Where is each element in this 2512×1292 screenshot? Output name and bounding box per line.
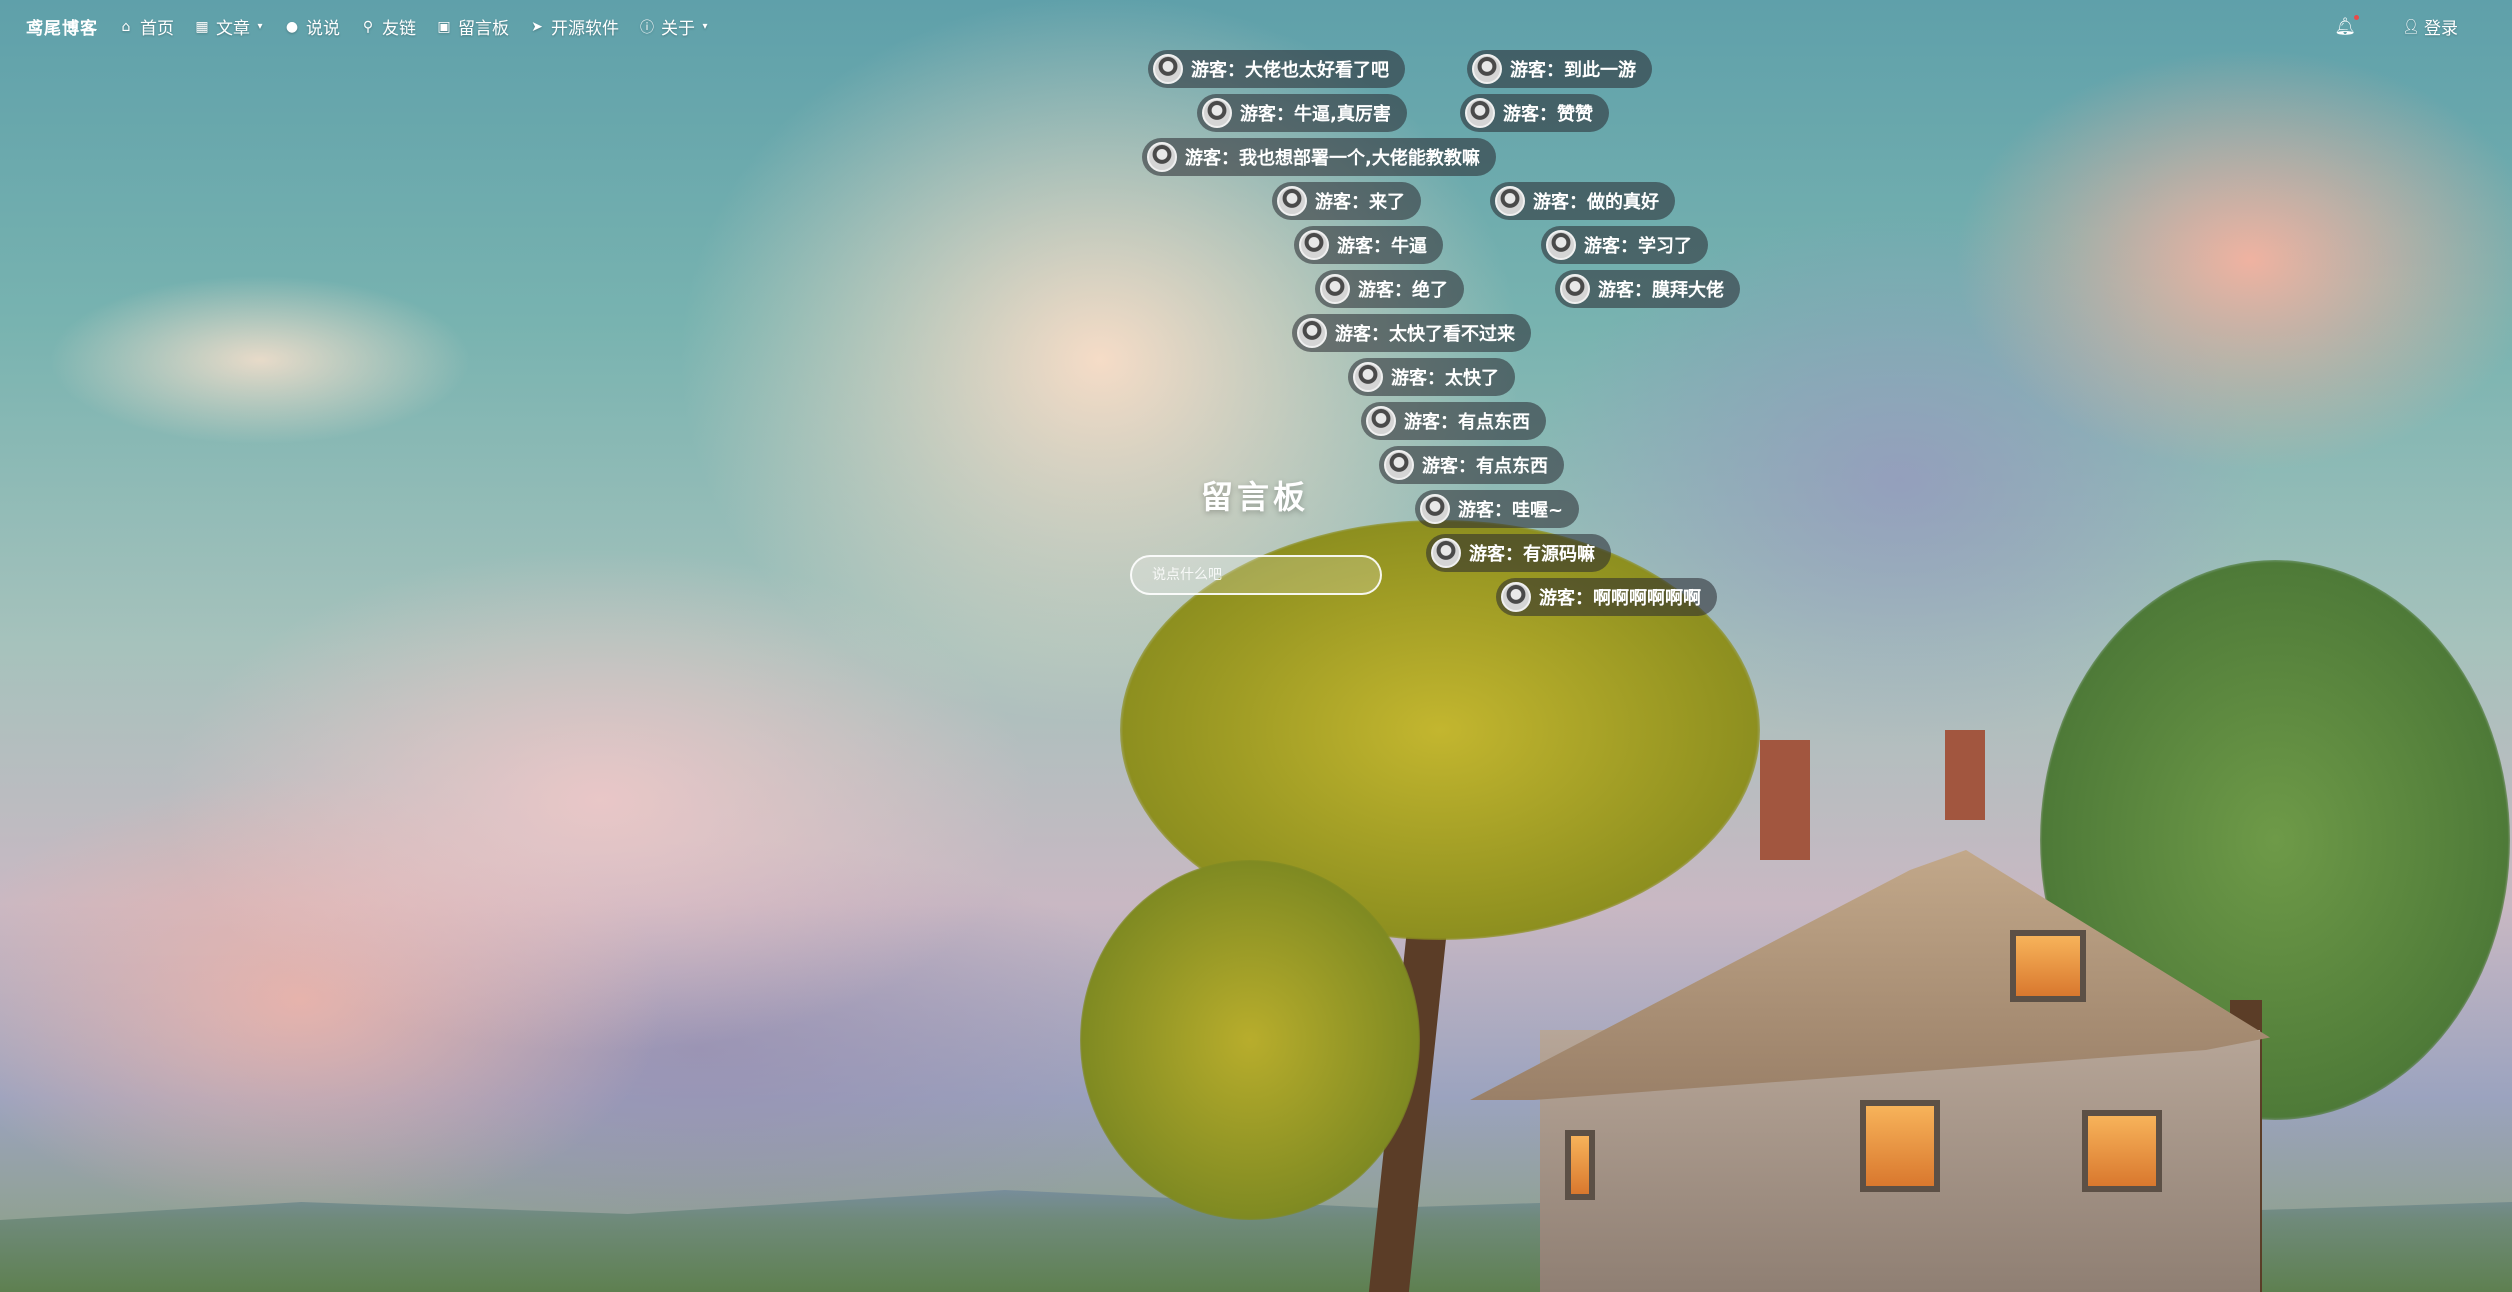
avatar bbox=[1472, 54, 1502, 84]
danmaku-text: 游客：啊啊啊啊啊啊 bbox=[1539, 588, 1701, 609]
avatar bbox=[1546, 230, 1576, 260]
danmaku-message[interactable]: 游客：哇喔~ bbox=[1415, 490, 1580, 528]
danmaku-text: 游客：有点东西 bbox=[1422, 456, 1548, 477]
avatar bbox=[1560, 274, 1590, 304]
danmaku-message[interactable]: 游客：啊啊啊啊啊啊 bbox=[1496, 578, 1717, 616]
message-input[interactable] bbox=[1130, 555, 1382, 595]
danmaku-text: 游客：牛逼,真厉害 bbox=[1240, 104, 1391, 125]
danmaku-text: 游客：哇喔~ bbox=[1458, 500, 1564, 521]
danmaku-message[interactable]: 游客：做的真好 bbox=[1490, 182, 1675, 220]
avatar bbox=[1420, 494, 1450, 524]
danmaku-message[interactable]: 游客：大佬也太好看了吧 bbox=[1148, 50, 1405, 88]
danmaku-text: 游客：学习了 bbox=[1584, 236, 1692, 257]
avatar bbox=[1501, 582, 1531, 612]
danmaku-text: 游客：到此一游 bbox=[1510, 60, 1636, 81]
avatar bbox=[1465, 98, 1495, 128]
page-title: 留言板 bbox=[1200, 478, 1309, 516]
avatar bbox=[1366, 406, 1396, 436]
avatar bbox=[1153, 54, 1183, 84]
danmaku-text: 游客：牛逼 bbox=[1337, 236, 1427, 257]
danmaku-message[interactable]: 游客：有点东西 bbox=[1379, 446, 1564, 484]
danmaku-text: 游客：赞赞 bbox=[1503, 104, 1593, 125]
avatar bbox=[1320, 274, 1350, 304]
danmaku-message[interactable]: 游客：太快了 bbox=[1348, 358, 1515, 396]
danmaku-message[interactable]: 游客：来了 bbox=[1272, 182, 1421, 220]
danmaku-message[interactable]: 游客：有点东西 bbox=[1361, 402, 1546, 440]
danmaku-layer: 游客：大佬也太好看了吧 游客：到此一游 游客：牛逼,真厉害 游客：赞赞 游客：我… bbox=[0, 0, 2512, 1292]
danmaku-message[interactable]: 游客：膜拜大佬 bbox=[1555, 270, 1740, 308]
danmaku-message[interactable]: 游客：学习了 bbox=[1541, 226, 1708, 264]
avatar bbox=[1297, 318, 1327, 348]
danmaku-text: 游客：有源码嘛 bbox=[1469, 544, 1595, 565]
danmaku-text: 游客：膜拜大佬 bbox=[1598, 280, 1724, 301]
danmaku-message[interactable]: 游客：牛逼,真厉害 bbox=[1197, 94, 1407, 132]
avatar bbox=[1299, 230, 1329, 260]
avatar bbox=[1202, 98, 1232, 128]
danmaku-message[interactable]: 游客：牛逼 bbox=[1294, 226, 1443, 264]
danmaku-message[interactable]: 游客：绝了 bbox=[1315, 270, 1464, 308]
danmaku-text: 游客：来了 bbox=[1315, 192, 1405, 213]
avatar bbox=[1353, 362, 1383, 392]
avatar bbox=[1495, 186, 1525, 216]
danmaku-message[interactable]: 游客：有源码嘛 bbox=[1426, 534, 1611, 572]
danmaku-text: 游客：我也想部署一个,大佬能教教嘛 bbox=[1185, 148, 1480, 169]
danmaku-message[interactable]: 游客：我也想部署一个,大佬能教教嘛 bbox=[1142, 138, 1496, 176]
danmaku-message[interactable]: 游客：赞赞 bbox=[1460, 94, 1609, 132]
danmaku-text: 游客：太快了看不过来 bbox=[1335, 324, 1515, 345]
danmaku-text: 游客：做的真好 bbox=[1533, 192, 1659, 213]
avatar bbox=[1431, 538, 1461, 568]
danmaku-message[interactable]: 游客：太快了看不过来 bbox=[1292, 314, 1531, 352]
avatar bbox=[1147, 142, 1177, 172]
danmaku-message[interactable]: 游客：到此一游 bbox=[1467, 50, 1652, 88]
avatar bbox=[1384, 450, 1414, 480]
danmaku-text: 游客：大佬也太好看了吧 bbox=[1191, 60, 1389, 81]
danmaku-text: 游客：绝了 bbox=[1358, 280, 1448, 301]
avatar bbox=[1277, 186, 1307, 216]
danmaku-text: 游客：有点东西 bbox=[1404, 412, 1530, 433]
danmaku-text: 游客：太快了 bbox=[1391, 368, 1499, 389]
